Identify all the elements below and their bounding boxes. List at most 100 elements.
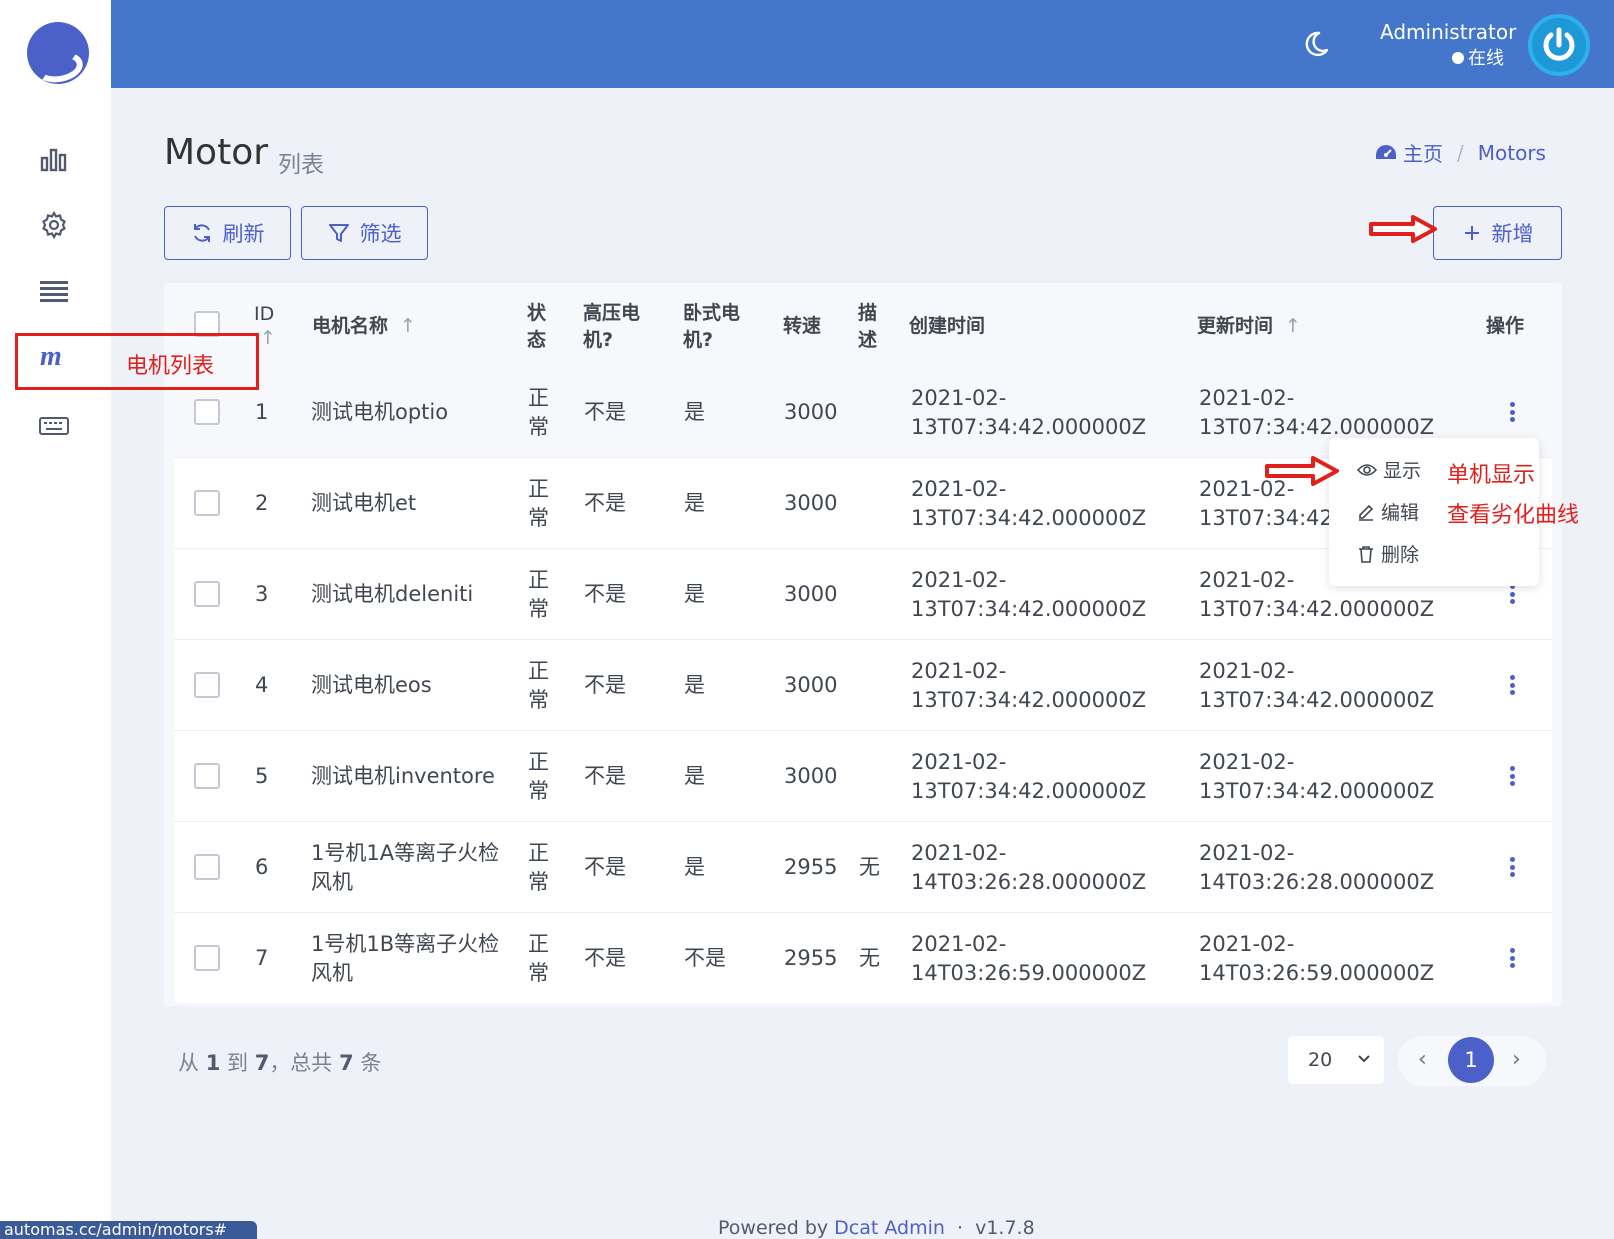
breadcrumb-home[interactable]: 主页 <box>1403 138 1443 167</box>
filter-button[interactable]: 筛选 <box>301 206 428 260</box>
col-created: 创建时间 <box>909 313 985 340</box>
info-total-label: ，总共 <box>269 1051 333 1075</box>
refresh-button[interactable]: 刷新 <box>164 206 291 260</box>
cell-created: 2021-02- 13T07:34:42.000000Z <box>911 475 1146 533</box>
menu-item-edit[interactable]: 编辑 <box>1357 498 1419 525</box>
breadcrumb: 主页 / Motors <box>1375 138 1546 167</box>
cell-speed: 3000 <box>784 400 838 424</box>
sort-arrow-icon[interactable]: ↑ <box>1285 315 1301 337</box>
col-horizontal-l1: 卧式电 <box>683 302 741 324</box>
cell-speed: 2955 <box>784 946 838 970</box>
browser-status-url: automas.cc/admin/motors# <box>0 1221 257 1239</box>
page-button-current[interactable]: 1 <box>1448 1037 1494 1083</box>
menu-item-show[interactable]: 显示 <box>1357 456 1421 483</box>
app-logo[interactable] <box>27 22 89 84</box>
row-checkbox[interactable] <box>194 763 220 789</box>
row-checkbox[interactable] <box>194 399 220 425</box>
sidebar-item-dashboard[interactable] <box>38 143 70 175</box>
cell-status: 正常 <box>528 475 549 533</box>
row-checkbox[interactable] <box>194 854 220 880</box>
cell-status-l2: 常 <box>528 415 549 439</box>
menu-item-edit-label: 编辑 <box>1381 502 1420 524</box>
cell-created-l2: 13T07:34:42.000000Z <box>911 779 1147 803</box>
sidebar-item-menu[interactable] <box>38 275 70 307</box>
cell-updated: 2021-02- 14T03:26:59.000000Z <box>1199 930 1434 988</box>
next-page-icon[interactable]: › <box>1512 1047 1521 1072</box>
create-button[interactable]: 新增 <box>1433 206 1562 260</box>
row-actions-menu-icon[interactable] <box>1502 764 1522 788</box>
row-checkbox[interactable] <box>194 945 220 971</box>
menu-item-delete[interactable]: 删除 <box>1357 540 1419 567</box>
avatar[interactable] <box>1528 14 1590 76</box>
col-updated[interactable]: 更新时间 ↑ <box>1197 313 1301 340</box>
cell-high-voltage: 不是 <box>584 673 626 697</box>
cell-created-l1: 2021-02- <box>911 750 1007 774</box>
row-actions-menu-icon[interactable] <box>1502 855 1522 879</box>
row-actions-menu-icon[interactable] <box>1502 673 1522 697</box>
info-to-label: 到 <box>227 1051 248 1075</box>
col-created-label: 创建时间 <box>909 315 986 337</box>
cell-name-l2: 风机 <box>311 870 353 894</box>
cell-status-l1: 正 <box>528 932 549 956</box>
dark-mode-toggle-icon[interactable] <box>1300 30 1330 60</box>
cell-id: 7 <box>255 946 269 970</box>
cell-high-voltage: 不是 <box>584 400 626 424</box>
row-checkbox[interactable] <box>194 490 220 516</box>
cell-created-l1: 2021-02- <box>911 568 1007 592</box>
per-page-select[interactable]: 20 <box>1288 1036 1384 1084</box>
per-page-value: 20 <box>1308 1049 1333 1071</box>
cell-updated-l1: 2021-02- <box>1199 750 1295 774</box>
cell-status: 正常 <box>528 566 549 624</box>
table-row[interactable]: 6 1号机1A等离子火检 风机 正常 不是 是 2955 无 2021-02- 14… <box>174 822 1552 913</box>
sidebar-item-settings[interactable] <box>38 209 70 241</box>
col-speed-label: 转速 <box>783 315 822 337</box>
info-total: 7 <box>339 1051 354 1075</box>
menu-item-delete-label: 删除 <box>1381 544 1420 566</box>
filter-label: 筛选 <box>359 222 402 246</box>
gear-icon <box>42 211 66 239</box>
pagination: ‹ 1 › <box>1398 1036 1546 1086</box>
table-row[interactable]: 4 测试电机eos 正常 不是 是 3000 2021-02- 13T07:34:… <box>174 640 1552 731</box>
breadcrumb-current[interactable]: Motors <box>1478 141 1546 165</box>
cell-created: 2021-02- 13T07:34:42.000000Z <box>911 566 1146 624</box>
cell-high-voltage: 不是 <box>584 764 626 788</box>
col-name[interactable]: 电机名称 ↑ <box>312 313 416 340</box>
bar-chart-icon <box>40 148 67 172</box>
table-row[interactable]: 5 测试电机inventore 正常 不是 是 3000 2021-02- 13T… <box>174 731 1552 822</box>
row-checkbox[interactable] <box>194 581 220 607</box>
cell-id: 5 <box>255 764 269 788</box>
table-row[interactable]: 7 1号机1B等离子火检 风机 正常 不是 不是 2955 无 2021-02- 1… <box>174 913 1552 1004</box>
row-checkbox[interactable] <box>194 672 220 698</box>
cell-horizontal: 是 <box>684 400 705 424</box>
sort-arrow-icon[interactable]: ↑ <box>260 325 276 352</box>
row-actions-menu-icon[interactable] <box>1502 400 1522 424</box>
info-unit: 条 <box>360 1051 382 1075</box>
cell-status: 正常 <box>528 930 549 988</box>
row-actions-menu-icon[interactable] <box>1502 946 1522 970</box>
prev-page-icon[interactable]: ‹ <box>1418 1047 1427 1072</box>
cell-created-l2: 13T07:34:42.000000Z <box>911 688 1147 712</box>
col-name-label: 电机名称 <box>312 315 389 337</box>
col-horizontal-l2: 机? <box>683 329 714 351</box>
cell-status-l1: 正 <box>528 568 549 592</box>
powered-by-link[interactable]: Dcat Admin <box>834 1217 945 1239</box>
cell-speed: 3000 <box>784 582 838 606</box>
cell-status: 正常 <box>528 384 549 442</box>
col-speed: 转速 <box>783 313 821 340</box>
user-status-label: 在线 <box>1468 48 1504 69</box>
cell-status-l2: 常 <box>528 779 549 803</box>
user-status: 在线 <box>1452 44 1504 70</box>
col-updated-label: 更新时间 <box>1197 315 1274 337</box>
sort-arrow-icon[interactable]: ↑ <box>400 315 416 337</box>
cell-updated-l2: 13T07:34:42.000000Z <box>1199 779 1435 803</box>
cell-created: 2021-02- 14T03:26:28.000000Z <box>911 839 1146 897</box>
cell-name-l1: 测试电机eos <box>311 673 432 697</box>
user-name[interactable]: Administrator <box>1380 20 1516 44</box>
cell-name-l1: 测试电机inventore <box>311 764 495 788</box>
cell-horizontal: 不是 <box>684 946 726 970</box>
sidebar-item-keyboard[interactable] <box>38 410 70 442</box>
online-dot-icon <box>1452 52 1464 64</box>
col-id[interactable]: ID <box>254 301 274 328</box>
cell-updated-l1: 2021-02- <box>1199 932 1295 956</box>
cell-status: 正常 <box>528 748 549 806</box>
